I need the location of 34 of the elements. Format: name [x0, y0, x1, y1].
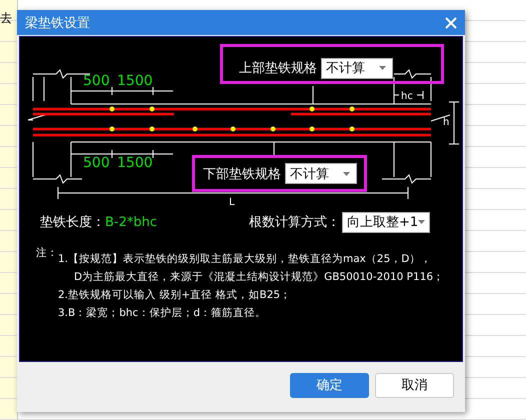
formula-text: B-2*bhc [105, 214, 158, 230]
field-label: 根数计算方式： [249, 214, 340, 231]
spec-dropdown[interactable]: 不计算 [285, 163, 357, 184]
note-text: D为主筋最大直径，来源于《混凝土结构设计规范》GB50010-2010 P116； [73, 270, 444, 285]
caret-icon [379, 66, 386, 70]
spec-label: 下部垫铁规格 [203, 166, 281, 182]
note-text: 2.垫铁规格可以输入 级别+直径 格式，如B25； [58, 288, 292, 303]
column-drawing [394, 69, 432, 104]
column-drawing [32, 142, 82, 184]
ok-button[interactable]: 确定 [290, 372, 369, 398]
dimension-label: L [229, 197, 235, 207]
spec-label: 上部垫铁规格 [239, 60, 317, 77]
close-icon[interactable] [445, 16, 457, 28]
dimension-label: 500 [83, 73, 110, 89]
dimension-label: 1500 [117, 155, 153, 171]
window-title: 梁垫铁设置 [25, 14, 90, 32]
cancel-button[interactable]: 取消 [375, 372, 454, 398]
caret-icon [418, 220, 426, 224]
dimension-line [394, 90, 424, 100]
note-text: 3.B：梁宽；bhc：保护层；d：箍筋直径。 [58, 306, 267, 321]
dimension-label: h [443, 117, 450, 128]
method-dropdown[interactable]: 向上取整+1 [342, 212, 430, 232]
dimension-label: hc [401, 91, 413, 102]
background-text: 去 [0, 10, 12, 27]
dimension-label: 500 [83, 155, 110, 171]
column-drawing [382, 142, 432, 184]
dimension-line [448, 102, 460, 144]
note-text: 1.【按规范】表示垫铁的级别取主筋最大级别，垫铁直径为max（25，D）， [58, 252, 432, 267]
spec-dropdown[interactable]: 不计算 [321, 58, 393, 78]
dimension-label: 1500 [117, 73, 153, 89]
note-heading: 注： [36, 246, 58, 261]
caret-icon [343, 172, 350, 176]
field-label: 垫铁长度： [40, 214, 105, 231]
leader-line [312, 86, 314, 104]
